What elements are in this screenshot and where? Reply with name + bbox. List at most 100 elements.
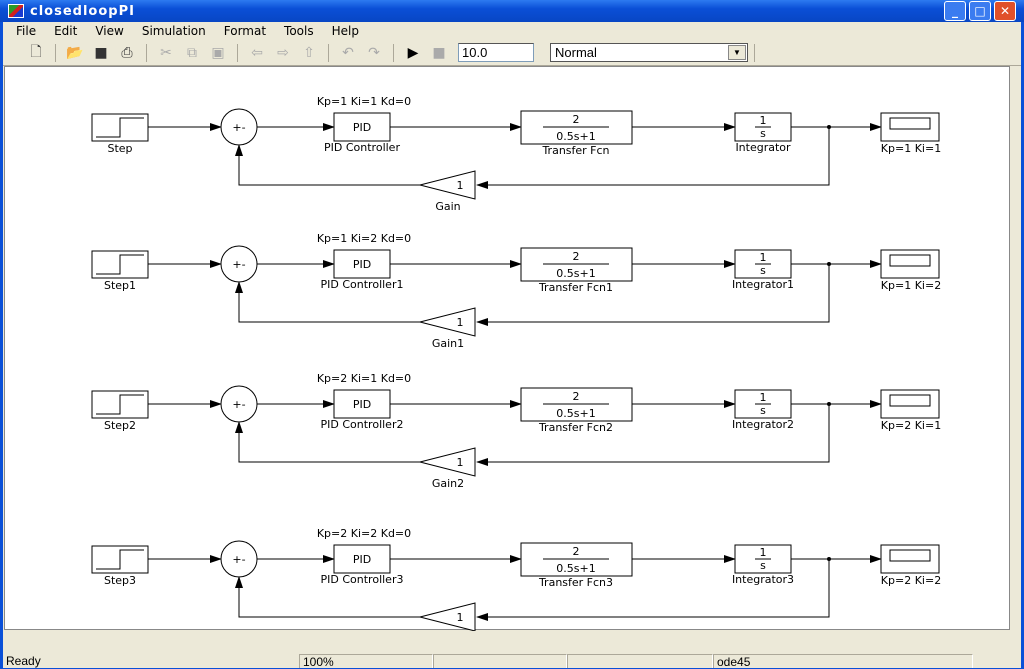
simulink-icon [8,4,24,18]
status-blank [567,654,713,668]
step-label: Step1 [104,279,136,292]
scope-label: Kp=2 Ki=2 [881,574,941,587]
menu-file[interactable]: File [7,24,45,38]
scope-icon[interactable] [889,549,931,562]
back-icon[interactable]: ⇦ [244,45,270,61]
scope-icon[interactable] [889,117,931,130]
pid-controller-label: PID Controller2 [321,418,404,431]
transfer-fcn-label: Transfer Fcn1 [538,281,613,294]
status-zoom: 100% [299,654,433,669]
pid-text: PID [353,121,371,134]
tf-numerator: 2 [573,545,580,558]
pid-controller-label: PID Controller1 [321,278,404,291]
cut-icon[interactable]: ✂ [153,45,179,61]
forward-icon[interactable]: ⇨ [270,45,296,61]
gain-label: Gain [435,200,460,213]
copy-icon[interactable]: ⧉ [179,45,205,61]
play-icon[interactable]: ▶ [400,45,426,61]
menu-edit[interactable]: Edit [45,24,86,38]
int-numerator: 1 [760,546,767,559]
gain-label: Gain2 [432,477,464,490]
step-label: Step2 [104,419,136,432]
integrator-label: Integrator1 [732,278,794,291]
tf-denominator: 0.5s+1 [556,407,595,420]
toolbar: 🗋 📂 ■ ⎙ ✂ ⧉ ▣ ⇦ ⇨ ⇧ ↶ ↷ ▶ ■ 10.0 Normal ▼ [3,40,1021,66]
minimize-button[interactable]: _ [944,1,966,21]
maximize-button[interactable]: □ [969,1,991,21]
gain-value: 1 [457,611,464,624]
int-numerator: 1 [760,251,767,264]
print-icon[interactable]: ⎙ [114,45,140,61]
gain-label: Gain1 [432,337,464,350]
menu-format[interactable]: Format [215,24,275,38]
scope-label: Kp=1 Ki=2 [881,279,941,292]
transfer-fcn-label: Transfer Fcn [541,144,609,157]
gain-value: 1 [457,456,464,469]
integrator-label: Integrator3 [732,573,794,586]
integrator-label: Integrator2 [732,418,794,431]
int-denominator: s [760,127,766,140]
transfer-fcn-label: Transfer Fcn2 [538,421,613,434]
int-denominator: s [760,264,766,277]
close-button[interactable]: ✕ [994,1,1016,21]
pid-text: PID [353,553,371,566]
scope-icon[interactable] [889,394,931,407]
gain-value: 1 [457,316,464,329]
gain-block[interactable] [419,170,476,200]
tf-numerator: 2 [573,250,580,263]
stop-time-input[interactable]: 10.0 [458,43,534,62]
sum-signs: +- [232,553,245,566]
stop-icon[interactable]: ■ [426,45,452,61]
open-icon[interactable]: 📂 [62,45,88,61]
step-label: Step3 [104,574,136,587]
scope-label: Kp=2 Ki=1 [881,419,941,432]
menu-view[interactable]: View [86,24,132,38]
step-label: Step [107,142,132,155]
mode-value: Normal [555,45,597,60]
tf-denominator: 0.5s+1 [556,130,595,143]
int-denominator: s [760,559,766,572]
status-solver: ode45 [713,654,973,669]
gain-block[interactable] [419,447,476,477]
gain-value: 1 [457,179,464,192]
pid-controller-label: PID Controller [324,141,400,154]
pid-params-label: Kp=1 Ki=1 Kd=0 [317,95,411,108]
sum-signs: +- [232,258,245,271]
pid-params-label: Kp=1 Ki=2 Kd=0 [317,232,411,245]
tf-denominator: 0.5s+1 [556,267,595,280]
up-icon[interactable]: ⇧ [296,45,322,61]
status-state: Ready [6,654,41,668]
gain-block[interactable] [419,602,476,632]
chevron-down-icon[interactable]: ▼ [728,45,746,60]
window-title: closedloopPI [30,3,135,19]
sum-signs: +- [232,121,245,134]
status-blank [433,654,567,668]
paste-icon[interactable]: ▣ [205,45,231,61]
menu-help[interactable]: Help [323,24,368,38]
gain-block[interactable] [419,307,476,337]
tf-numerator: 2 [573,113,580,126]
menu-bar: File Edit View Simulation Format Tools H… [3,22,1021,40]
new-icon[interactable]: 🗋 [23,41,49,65]
sum-signs: +- [232,398,245,411]
save-icon[interactable]: ■ [88,45,114,61]
transfer-fcn-label: Transfer Fcn3 [538,576,613,589]
tf-denominator: 0.5s+1 [556,562,595,575]
int-denominator: s [760,404,766,417]
scope-label: Kp=1 Ki=1 [881,142,941,155]
integrator-label: Integrator [735,141,791,154]
pid-controller-label: PID Controller3 [321,573,404,586]
pid-text: PID [353,258,371,271]
pid-text: PID [353,398,371,411]
block-diagram: Kp=1 Ki=1 Kd=0Step+- PIDPID Controller20.… [91,95,941,645]
menu-tools[interactable]: Tools [275,24,323,38]
tf-numerator: 2 [573,390,580,403]
model-canvas[interactable]: Kp=1 Ki=1 Kd=0 Step +- PID PID Controller 2 0.… [4,66,1010,645]
menu-simulation[interactable]: Simulation [133,24,215,38]
undo-icon[interactable]: ↶ [335,45,361,61]
pid-params-label: Kp=2 Ki=2 Kd=0 [317,527,411,540]
scope-icon[interactable] [889,254,931,267]
simulation-mode-select[interactable]: Normal ▼ [550,43,748,62]
redo-icon[interactable]: ↷ [361,45,387,61]
pid-params-label: Kp=2 Ki=1 Kd=0 [317,372,411,385]
